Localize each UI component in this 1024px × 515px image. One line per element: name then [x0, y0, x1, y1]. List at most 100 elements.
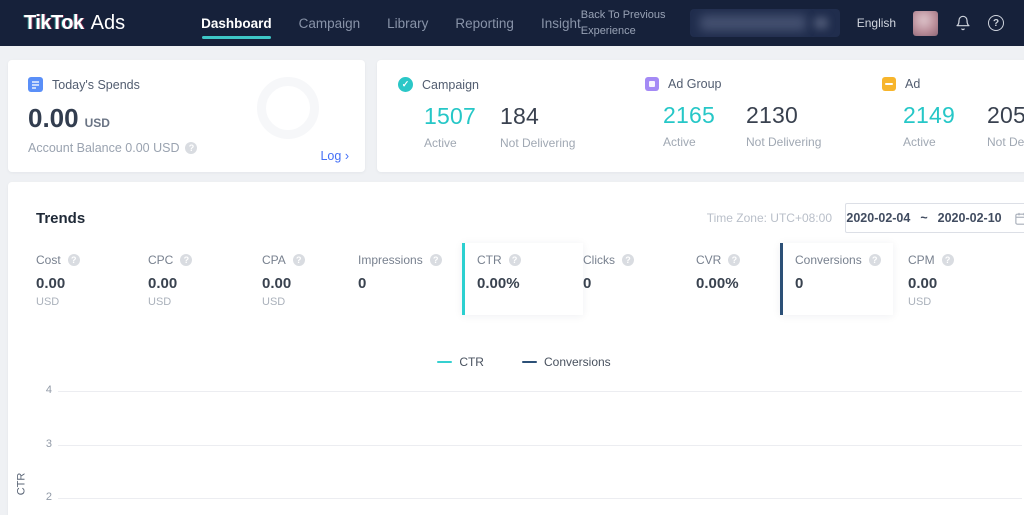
metric-tile-impressions[interactable]: Impressions? 0: [358, 243, 462, 315]
metric-tile-clicks[interactable]: Clicks? 0: [583, 243, 696, 315]
conversions-info-icon[interactable]: ?: [869, 254, 881, 266]
ad-group-label: Ad: [905, 77, 920, 91]
main-nav: Dashboard Campaign Library Reporting Ins…: [201, 0, 581, 46]
spend-currency: USD: [85, 116, 110, 130]
tab-campaign[interactable]: Campaign: [299, 0, 361, 46]
logo-text-light: Ads: [91, 12, 125, 35]
y-axis-title: CTR: [15, 473, 27, 496]
adgroup-notdelivering-value: 2130: [746, 102, 821, 129]
adgroup-stats-group: Ad Group 2165 Active 2130 Not Delivering: [645, 77, 882, 172]
timezone-label: Time Zone: UTC+08:00: [707, 211, 832, 225]
conversions-line-swatch: [522, 361, 537, 364]
ad-group-icon: [645, 77, 659, 91]
campaign-icon: ✓: [398, 77, 413, 92]
cpa-info-icon[interactable]: ?: [293, 254, 305, 266]
clicks-info-icon[interactable]: ?: [622, 254, 634, 266]
clicks-unit: [583, 296, 696, 308]
spend-donut-chart: [257, 77, 319, 139]
account-selector-blurred[interactable]: [690, 9, 840, 37]
date-separator: ~: [920, 211, 927, 225]
notification-bell-icon[interactable]: [955, 15, 971, 31]
language-selector[interactable]: English: [857, 16, 896, 30]
cost-unit: USD: [36, 296, 148, 308]
tab-dashboard[interactable]: Dashboard: [201, 0, 272, 46]
cpa-unit: USD: [262, 296, 358, 308]
metric-tile-cvr[interactable]: CVR? 0.00%: [696, 243, 780, 315]
adgroup-active-label: Active: [663, 135, 746, 149]
metric-tile-ctr-selected[interactable]: CTR? 0.00%: [462, 243, 583, 315]
metric-tile-cpc[interactable]: CPC? 0.00 USD: [148, 243, 262, 315]
trends-header: Trends Time Zone: UTC+08:00 2020-02-04 ~…: [8, 182, 1024, 233]
ad-notdelivering-label: Not Delivering: [987, 135, 1024, 149]
ad-active-label: Active: [903, 135, 987, 149]
ctr-line-swatch: [437, 361, 452, 364]
ctr-unit: [477, 296, 583, 308]
help-icon[interactable]: ?: [988, 15, 1004, 31]
log-link[interactable]: Log ›: [320, 149, 349, 163]
cvr-unit: [696, 296, 780, 308]
avatar[interactable]: [913, 11, 938, 36]
tab-library[interactable]: Library: [387, 0, 428, 46]
cpm-info-icon[interactable]: ?: [942, 254, 954, 266]
cvr-value: 0.00%: [696, 275, 780, 292]
blurred-content: [700, 15, 806, 31]
logo-text-bold: TikTok: [24, 12, 84, 35]
cpm-unit: USD: [908, 296, 1024, 308]
tiktok-ads-logo[interactable]: TikTok Ads: [24, 12, 125, 35]
metric-tile-cpa[interactable]: CPA? 0.00 USD: [262, 243, 358, 315]
impressions-info-icon[interactable]: ?: [430, 254, 442, 266]
back-to-previous-link[interactable]: Back To Previous Experience: [581, 7, 673, 39]
spend-amount: 0.00: [28, 103, 79, 134]
navbar-right-group: Back To Previous Experience English ?: [581, 7, 1004, 39]
spends-doc-icon: [28, 77, 43, 92]
date-range-picker[interactable]: 2020-02-04 ~ 2020-02-10: [845, 203, 1024, 233]
clicks-value: 0: [583, 275, 696, 292]
trends-card: Trends Time Zone: UTC+08:00 2020-02-04 ~…: [8, 182, 1024, 515]
cpm-value: 0.00: [908, 275, 1024, 292]
conversions-unit: [795, 296, 893, 308]
cost-info-icon[interactable]: ?: [68, 254, 80, 266]
gridline-4: [58, 391, 1022, 392]
tab-reporting[interactable]: Reporting: [455, 0, 514, 46]
date-start: 2020-02-04: [846, 211, 910, 225]
account-balance-text: Account Balance 0.00 USD: [28, 141, 179, 155]
todays-spends-card: Today's Spends 0.00 USD Account Balance …: [8, 60, 365, 172]
metric-tile-cost[interactable]: Cost? 0.00 USD: [36, 243, 148, 315]
date-end: 2020-02-10: [938, 211, 1002, 225]
adgroup-active-value: 2165: [663, 102, 746, 129]
spends-card-title: Today's Spends: [52, 78, 140, 92]
balance-info-icon[interactable]: ?: [185, 142, 197, 154]
cpa-value: 0.00: [262, 275, 358, 292]
ad-stats-group: Ad 2149 Active 2051 Not Delivering: [882, 77, 1024, 172]
cpc-value: 0.00: [148, 275, 262, 292]
summary-cards-row: Today's Spends 0.00 USD Account Balance …: [8, 60, 1024, 172]
ctr-info-icon[interactable]: ?: [509, 254, 521, 266]
top-navbar: TikTok Ads Dashboard Campaign Library Re…: [0, 0, 1024, 46]
chart-legend: CTR Conversions: [8, 355, 1024, 369]
tab-insight[interactable]: Insight: [541, 0, 581, 46]
delivery-stats-card: ✓ Campaign 1507 Active 184 Not Deliverin…: [377, 60, 1024, 172]
gridline-2: [58, 498, 1022, 499]
campaign-group-label: Campaign: [422, 78, 479, 92]
ctr-value: 0.00%: [477, 275, 583, 292]
avatar-image-blurred: [913, 11, 938, 36]
chevron-right-icon: ›: [345, 149, 349, 163]
back-link-line2: Experience: [581, 23, 673, 39]
blurred-content-2: [814, 17, 828, 29]
calendar-icon: [1014, 211, 1024, 226]
metric-tiles-row: Cost? 0.00 USD CPC? 0.00 USD CPA? 0.00 U…: [36, 243, 1024, 315]
campaign-stats-group: ✓ Campaign 1507 Active 184 Not Deliverin…: [398, 77, 645, 172]
campaign-active-value: 1507: [424, 103, 500, 130]
metric-tile-cpm[interactable]: CPM? 0.00 USD: [908, 243, 1024, 315]
metric-tile-conversions-selected[interactable]: Conversions? 0: [780, 243, 893, 315]
legend-item-ctr[interactable]: CTR: [437, 355, 484, 369]
campaign-notdelivering-value: 184: [500, 103, 575, 130]
campaign-notdelivering-label: Not Delivering: [500, 136, 575, 150]
y-tick-2: 2: [36, 491, 52, 503]
cpc-unit: USD: [148, 296, 262, 308]
cvr-info-icon[interactable]: ?: [728, 254, 740, 266]
legend-item-conversions[interactable]: Conversions: [522, 355, 611, 369]
campaign-active-label: Active: [424, 136, 500, 150]
conversions-value: 0: [795, 275, 893, 292]
cpc-info-icon[interactable]: ?: [180, 254, 192, 266]
